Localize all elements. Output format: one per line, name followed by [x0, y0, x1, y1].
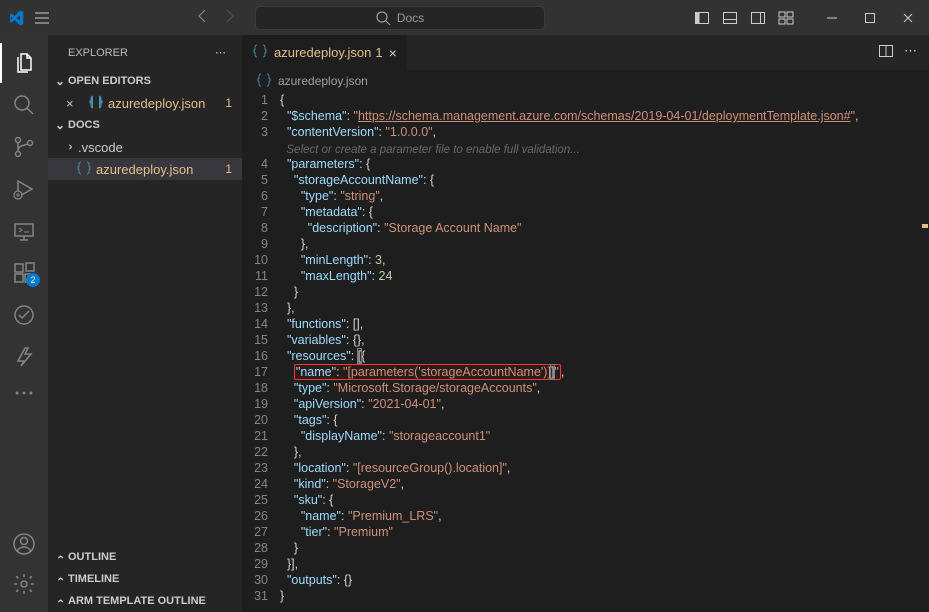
split-editor-icon[interactable] [878, 43, 894, 62]
nav-forward-icon[interactable] [221, 8, 237, 27]
activity-more[interactable] [0, 379, 48, 407]
open-editor-item[interactable]: × azuredeploy.json 1 [48, 92, 242, 114]
hamburger-menu-icon[interactable] [34, 10, 50, 26]
chevron-right-icon: › [53, 593, 67, 609]
customize-layout-icon[interactable] [773, 5, 799, 31]
section-folder[interactable]: ⌄ DOCS [48, 114, 242, 136]
json-file-icon [76, 160, 92, 179]
json-file-icon [252, 43, 268, 62]
breadcrumb[interactable]: azuredeploy.json [242, 70, 929, 92]
activity-run-debug[interactable] [0, 169, 48, 209]
code-editor[interactable]: 1234567891011121314151617181920212223242… [242, 92, 929, 612]
breadcrumb-file: azuredeploy.json [278, 74, 368, 88]
activity-bar: 2 [0, 35, 48, 612]
section-timeline[interactable]: › TIMELINE [48, 568, 242, 590]
sidebar-title: EXPLORER [68, 47, 128, 59]
nav-back-icon[interactable] [195, 8, 211, 27]
json-file-icon [88, 94, 104, 113]
activity-extensions[interactable]: 2 [0, 253, 48, 293]
extensions-badge: 2 [26, 273, 40, 287]
section-open-editors[interactable]: ⌄ OPEN EDITORS [48, 70, 242, 92]
explorer-sidebar: EXPLORER ⋯ ⌄ OPEN EDITORS × azuredeploy.… [48, 35, 242, 612]
section-outline[interactable]: › OUTLINE [48, 546, 242, 568]
chevron-down-icon: ⌄ [52, 118, 68, 132]
activity-settings[interactable] [0, 564, 48, 604]
activity-azure[interactable] [0, 337, 48, 377]
json-file-icon [256, 72, 272, 91]
sidebar-more-icon[interactable]: ⋯ [215, 46, 226, 59]
close-button[interactable] [895, 5, 921, 31]
vscode-logo-icon [8, 10, 24, 26]
editor-tab[interactable]: azuredeploy.json 1 × [242, 35, 408, 70]
activity-explorer[interactable] [0, 43, 48, 83]
problem-count: 1 [225, 96, 232, 110]
command-center-search[interactable]: Docs [255, 6, 545, 30]
chevron-right-icon: › [53, 549, 67, 565]
overview-ruler[interactable] [917, 92, 929, 612]
section-arm-outline[interactable]: › ARM TEMPLATE OUTLINE [48, 590, 242, 612]
search-placeholder: Docs [397, 11, 424, 25]
file-item-azuredeploy[interactable]: azuredeploy.json 1 [48, 158, 242, 180]
maximize-button[interactable] [857, 5, 883, 31]
activity-accounts[interactable] [0, 524, 48, 564]
editor-more-icon[interactable]: ⋯ [904, 43, 917, 62]
chevron-down-icon: ⌄ [52, 74, 68, 88]
tab-close-icon[interactable]: × [389, 45, 397, 61]
title-bar: Docs [0, 0, 929, 35]
line-numbers: 1234567891011121314151617181920212223242… [242, 92, 280, 612]
file-name: azuredeploy.json [96, 162, 193, 177]
editor-area: azuredeploy.json 1 × ⋯ azuredeploy.json … [242, 35, 929, 612]
search-icon [375, 10, 391, 26]
problem-count: 1 [225, 162, 232, 176]
tab-name: azuredeploy.json [274, 45, 371, 60]
minimize-button[interactable] [819, 5, 845, 31]
chevron-right-icon: ⌄ [61, 139, 75, 155]
file-name: azuredeploy.json [108, 96, 205, 111]
close-icon[interactable]: × [66, 96, 84, 111]
toggle-panel-icon[interactable] [717, 5, 743, 31]
toggle-sidebar-left-icon[interactable] [689, 5, 715, 31]
code-content[interactable]: { "$schema": "https://schema.management.… [280, 92, 929, 612]
activity-source-control[interactable] [0, 127, 48, 167]
tab-problem-count: 1 [375, 45, 382, 60]
folder-item-vscode[interactable]: ⌄ .vscode [48, 136, 242, 158]
activity-search[interactable] [0, 85, 48, 125]
chevron-right-icon: › [53, 571, 67, 587]
toggle-sidebar-right-icon[interactable] [745, 5, 771, 31]
activity-remote[interactable] [0, 211, 48, 251]
activity-testing[interactable] [0, 295, 48, 335]
